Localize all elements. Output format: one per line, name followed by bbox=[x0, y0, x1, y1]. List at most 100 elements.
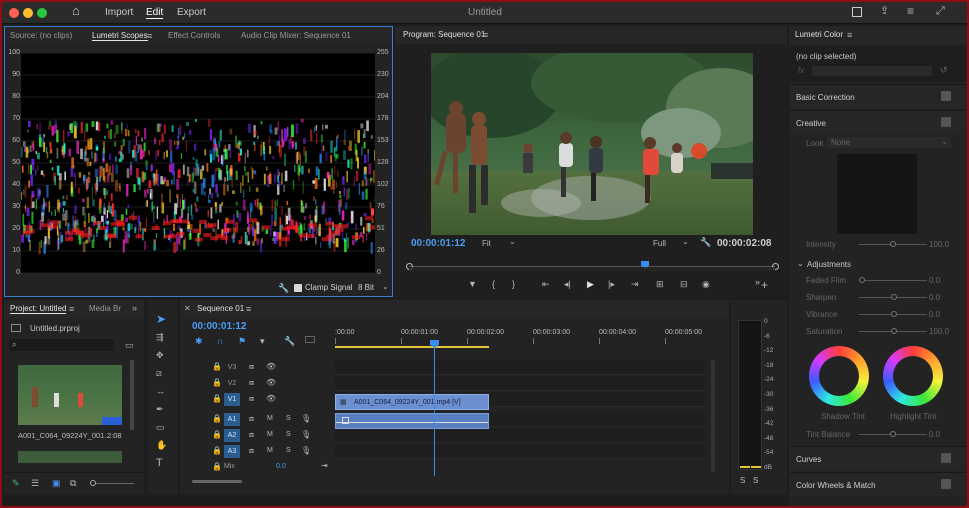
mix-value[interactable]: 0.0 bbox=[276, 462, 286, 472]
sync-lock-icon[interactable]: ⧈ bbox=[249, 394, 254, 404]
tab-source[interactable]: Source: (no clips) bbox=[10, 31, 72, 40]
solo-left-button[interactable]: S bbox=[740, 476, 745, 486]
lock-icon[interactable]: 🔒 bbox=[212, 462, 222, 472]
program-timecode-current[interactable]: 00:00:01:12 bbox=[411, 239, 465, 249]
clip-thumbnail-2[interactable] bbox=[18, 451, 122, 463]
panel-menu-icon[interactable]: ≡ bbox=[246, 304, 251, 314]
adjustment-slider-handle[interactable] bbox=[891, 311, 897, 317]
adjustment-slider-handle[interactable] bbox=[891, 294, 897, 300]
chevron-down-icon[interactable]: ⌄ bbox=[509, 237, 516, 247]
adjustment-slider[interactable] bbox=[859, 280, 927, 281]
eye-icon[interactable]: 👁 bbox=[266, 394, 276, 404]
hamburger-menu-icon[interactable]: ≡ bbox=[907, 5, 914, 17]
playhead[interactable] bbox=[434, 340, 435, 476]
microphone-icon[interactable]: 🎙 bbox=[301, 446, 311, 456]
chevron-double-right-icon[interactable]: » bbox=[755, 277, 760, 287]
adjustment-slider-handle[interactable] bbox=[891, 328, 897, 334]
sync-lock-icon[interactable]: ⧈ bbox=[249, 414, 254, 424]
chevron-down-icon[interactable]: ⌄ bbox=[682, 237, 689, 247]
color-wheels-match-section[interactable]: Color Wheels & Match bbox=[790, 472, 966, 496]
timeline-zoom-scrollbar[interactable] bbox=[192, 480, 242, 483]
solo-button[interactable]: S bbox=[286, 446, 291, 456]
menu-edit[interactable]: Edit bbox=[146, 7, 164, 19]
curves-section[interactable]: Curves bbox=[790, 446, 966, 470]
slider-value[interactable]: 100.0 bbox=[929, 327, 949, 337]
hand-tool-icon[interactable]: ✋ bbox=[156, 440, 167, 450]
play-icon[interactable]: ▶ bbox=[587, 279, 594, 289]
track-target-a3[interactable]: A3 bbox=[224, 445, 240, 458]
track-target-a2[interactable]: A2 bbox=[224, 429, 240, 442]
marker-icon[interactable]: ▼ bbox=[468, 279, 477, 289]
tab-lumetri-scopes[interactable]: Lumetri Scopes bbox=[92, 31, 148, 41]
selection-tool-icon[interactable]: ➤ bbox=[156, 313, 166, 325]
color-wheels-checkbox[interactable] bbox=[941, 479, 951, 489]
microphone-icon[interactable]: 🎙 bbox=[301, 414, 311, 424]
panel-menu-icon[interactable]: ≡ bbox=[483, 30, 488, 40]
slip-tool-icon[interactable]: ↔ bbox=[156, 386, 165, 396]
razor-icon[interactable]: ⧄ bbox=[156, 368, 162, 378]
track-target-v1[interactable]: V1 bbox=[224, 393, 240, 406]
curves-checkbox[interactable] bbox=[941, 453, 951, 463]
look-select[interactable]: None ⌄ bbox=[827, 137, 951, 148]
eye-icon[interactable]: 👁 bbox=[266, 378, 276, 388]
add-marker-icon[interactable]: ⚑ bbox=[238, 336, 246, 346]
basic-correction-section[interactable]: Basic Correction bbox=[790, 84, 966, 108]
type-tool-icon[interactable]: T bbox=[156, 458, 163, 469]
panel-menu-icon[interactable]: ≡ bbox=[147, 31, 152, 41]
sync-lock-icon[interactable]: ⧈ bbox=[249, 430, 254, 440]
icon-view-icon[interactable]: ▣ bbox=[52, 478, 61, 488]
wrench-icon[interactable]: 🔧 bbox=[700, 237, 711, 247]
lock-icon[interactable]: 🔒 bbox=[212, 362, 222, 372]
creative-section[interactable]: Creative bbox=[790, 110, 966, 134]
chevron-down-icon[interactable]: ⌄ bbox=[797, 259, 804, 269]
go-to-end-icon[interactable]: ⇥ bbox=[321, 461, 328, 471]
clip-thumbnail[interactable] bbox=[18, 365, 122, 425]
pen-tool-icon[interactable]: ✒ bbox=[156, 404, 164, 414]
fit-select[interactable]: Fit bbox=[482, 239, 491, 249]
in-point-icon[interactable]: { bbox=[492, 279, 495, 289]
solo-button[interactable]: S bbox=[286, 430, 291, 440]
eye-icon[interactable]: 👁 bbox=[266, 362, 276, 372]
lock-icon[interactable]: 🔒 bbox=[212, 430, 222, 440]
mute-button[interactable]: M bbox=[267, 446, 273, 456]
go-to-in-icon[interactable]: ⇤ bbox=[542, 279, 550, 289]
linked-selection-icon[interactable]: ∩ bbox=[217, 336, 223, 346]
track-select-icon[interactable]: ⇶ bbox=[156, 332, 164, 342]
tab-media-browser[interactable]: Media Br bbox=[89, 304, 121, 313]
slider-value[interactable]: 0.0 bbox=[929, 310, 940, 320]
tab-project[interactable]: Project: Untitled bbox=[10, 304, 67, 314]
tint-balance-slider-handle[interactable] bbox=[890, 431, 896, 437]
maximize-window-button[interactable] bbox=[37, 8, 47, 18]
intensity-slider-handle[interactable] bbox=[890, 241, 896, 247]
intensity-value[interactable]: 100.0 bbox=[929, 240, 949, 250]
close-icon[interactable]: ✕ bbox=[184, 304, 191, 314]
effect-select[interactable] bbox=[812, 66, 932, 76]
marker-icon[interactable]: ▾ bbox=[260, 336, 265, 346]
creative-checkbox[interactable] bbox=[941, 117, 951, 127]
step-back-icon[interactable]: ◂| bbox=[564, 279, 571, 289]
track-scrollbar[interactable] bbox=[711, 360, 715, 472]
video-clip[interactable]: ▦ A001_C064_09224Y_001.mp4 [V] bbox=[335, 394, 489, 410]
scrollbar[interactable] bbox=[130, 360, 134, 430]
chevron-down-icon[interactable]: ⌄ bbox=[382, 282, 389, 292]
lock-icon[interactable]: 🔒 bbox=[212, 446, 222, 456]
panel-menu-icon[interactable]: ≡ bbox=[69, 304, 74, 314]
shadow-tint-wheel[interactable] bbox=[809, 346, 869, 406]
tab-effect-controls[interactable]: Effect Controls bbox=[168, 31, 220, 40]
wrench-icon[interactable]: 🔧 bbox=[278, 283, 289, 293]
chevron-double-right-icon[interactable]: » bbox=[132, 303, 137, 313]
tint-balance-value[interactable]: 0.0 bbox=[929, 430, 940, 440]
pencil-icon[interactable]: ✎ bbox=[12, 478, 20, 488]
sync-lock-icon[interactable]: ⧈ bbox=[249, 378, 254, 388]
track-target-v3[interactable]: V3 bbox=[224, 361, 240, 374]
track-target-a1[interactable]: A1 bbox=[224, 413, 240, 426]
track-target-v2[interactable]: V2 bbox=[224, 377, 240, 390]
export-frame-icon[interactable]: ◉ bbox=[702, 279, 710, 289]
mute-button[interactable]: M bbox=[267, 430, 273, 440]
mute-button[interactable]: M bbox=[267, 414, 273, 424]
lock-icon[interactable]: 🔒 bbox=[212, 414, 222, 424]
sync-lock-icon[interactable]: ⧈ bbox=[249, 362, 254, 372]
home-icon[interactable]: ⌂ bbox=[72, 4, 80, 17]
adjustment-slider-handle[interactable] bbox=[859, 277, 865, 283]
lock-icon[interactable]: 🔒 bbox=[212, 394, 222, 404]
